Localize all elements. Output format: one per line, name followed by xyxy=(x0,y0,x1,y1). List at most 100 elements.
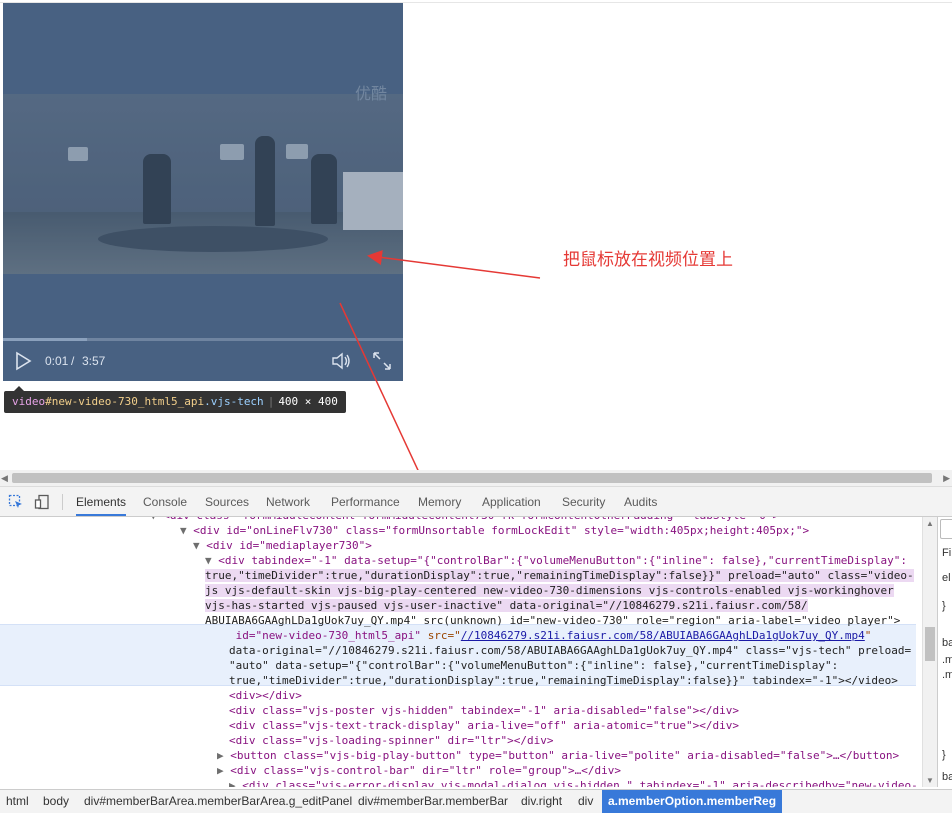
dom-node[interactable]: ▶ <div class="vjs-error-display vjs-moda… xyxy=(229,778,918,787)
tooltip-class: .vjs-tech xyxy=(204,395,264,408)
style-rule-fragment: } xyxy=(942,600,946,612)
dom-node[interactable]: <div class="vjs-text-track-display" aria… xyxy=(229,718,739,733)
tab-elements[interactable]: Elements xyxy=(76,487,127,516)
dom-node-selected[interactable]: data-original="//10846279.s21i.faiusr.co… xyxy=(229,643,911,658)
tab-memory[interactable]: Memory xyxy=(418,487,461,516)
tooltip-separator: | xyxy=(267,395,275,408)
volume-icon[interactable] xyxy=(331,351,353,371)
collapse-triangle-icon[interactable]: ▶ xyxy=(229,779,242,787)
expand-triangle-icon[interactable]: ▼ xyxy=(193,539,206,552)
inspect-highlight-overlay xyxy=(3,3,403,381)
inspect-element-icon[interactable] xyxy=(8,494,24,510)
dom-node-text: <div tabindex="-1" data-setup="{"control… xyxy=(218,554,907,567)
device-toolbar-icon[interactable] xyxy=(34,494,50,510)
dom-node[interactable]: ▼ <div id="onLineFlv730" class="formUnso… xyxy=(180,523,809,538)
dom-node-text: <div id="onLineFlv730" class="formUnsort… xyxy=(193,524,810,537)
tooltip-size: 400 × 400 xyxy=(278,395,338,408)
dom-node-selected[interactable]: true,"timeDivider":true,"durationDisplay… xyxy=(229,673,898,688)
tab-divider xyxy=(62,494,63,510)
breadcrumb-item[interactable]: a.memberOption.memberReg xyxy=(602,790,783,813)
dom-node[interactable]: <div class="vjs-poster vjs-hidden" tabin… xyxy=(229,703,739,718)
dom-node-text: <div class="vjs-poster vjs-hidden" tabin… xyxy=(229,704,739,717)
scroll-down-icon[interactable]: ▼ xyxy=(926,776,934,785)
style-rule-fragment: Fi xyxy=(942,547,952,559)
dom-node-selected[interactable]: "auto" data-setup="{"controlBar":{"volum… xyxy=(229,658,838,673)
dom-node-text: vjs-has-started vjs-paused vjs-user-inac… xyxy=(205,599,808,612)
vertical-scrollbar-thumb[interactable] xyxy=(925,627,935,661)
dom-node[interactable]: true,"timeDivider":true,"durationDisplay… xyxy=(205,568,914,583)
dom-node-text: <div class="vjs-loading-spinner" dir="lt… xyxy=(229,734,554,747)
devtools-panel: ◀ ▶ Elements Console Sources Network Perform… xyxy=(0,470,952,813)
dom-node[interactable]: ▶ <button class="vjs-big-play-button" ty… xyxy=(217,748,899,763)
dom-node-text: data-original="//10846279.s21i.faiusr.co… xyxy=(229,644,912,657)
breadcrumb-item[interactable]: div#memberBarArea.memberBarArea.g_editPa… xyxy=(84,790,352,813)
dom-node[interactable]: <div class="vjs-loading-spinner" dir="lt… xyxy=(229,733,554,748)
collapse-triangle-icon[interactable]: ▶ xyxy=(217,749,230,762)
breadcrumb-item[interactable]: div.right xyxy=(521,790,562,813)
scroll-up-icon[interactable]: ▲ xyxy=(926,519,934,528)
breadcrumb-item[interactable]: html xyxy=(6,790,29,813)
scroll-left-icon[interactable]: ◀ xyxy=(1,473,8,484)
style-rule-fragment: .m xyxy=(942,654,952,666)
dom-node-text: <div class="vjs-error-display vjs-modal-… xyxy=(242,779,918,787)
styles-sidebar: Fiel}ba.m.m}ba.m xyxy=(937,517,952,787)
horizontal-scrollbar-thumb[interactable] xyxy=(12,473,932,483)
elements-tree[interactable]: ▼ <div class="formMiddleContent formMidd… xyxy=(0,517,922,787)
dom-node[interactable]: ▶ <div class="vjs-control-bar" dir="ltr"… xyxy=(217,763,621,778)
expand-triangle-icon[interactable]: ▼ xyxy=(205,554,218,567)
expand-triangle-icon[interactable]: ▼ xyxy=(150,517,163,522)
dom-node-text: <div class="formMiddleContent formMiddle… xyxy=(163,517,779,522)
tab-performance[interactable]: Performance xyxy=(331,487,400,516)
tooltip-id: #new-video-730_html5_api xyxy=(45,395,205,408)
expand-triangle-icon[interactable]: ▼ xyxy=(180,524,193,537)
tab-network[interactable]: Network xyxy=(266,487,310,516)
current-time: 0:01 xyxy=(45,354,69,368)
video-player[interactable]: 优酷 0:01 / 3:57 xyxy=(3,3,403,381)
tab-console[interactable]: Console xyxy=(143,487,187,516)
dom-node-text: true,"timeDivider":true,"durationDisplay… xyxy=(229,674,898,687)
dom-node-text: <div></div> xyxy=(229,689,302,702)
scroll-right-icon[interactable]: ▶ xyxy=(943,473,950,484)
time-divider: / xyxy=(71,354,75,368)
dom-node-text: <div id="mediaplayer730"> xyxy=(206,539,372,552)
dom-node[interactable]: <div></div> xyxy=(229,688,302,703)
duration-time: 3:57 xyxy=(82,354,106,368)
tab-sources[interactable]: Sources xyxy=(205,487,249,516)
tab-audits[interactable]: Audits xyxy=(624,487,657,516)
fullscreen-icon[interactable] xyxy=(372,351,392,371)
style-rule-fragment: } xyxy=(942,749,946,761)
tooltip-tag: video xyxy=(12,395,46,408)
style-rule-fragment: el xyxy=(942,572,951,584)
dom-node-selected[interactable]: id="new-video-730_html5_api" src="//1084… xyxy=(229,628,872,643)
tab-application[interactable]: Application xyxy=(482,487,541,516)
dom-node-text: <div class="vjs-control-bar" dir="ltr" r… xyxy=(230,764,621,777)
play-icon[interactable] xyxy=(13,351,33,371)
inspect-tooltip: video#new-video-730_html5_api.vjs-tech | 4… xyxy=(4,386,346,413)
progress-bar[interactable] xyxy=(3,338,403,341)
dom-node[interactable]: ABUIABA6GAAghLDa1gUok7uy_QY.mp4" src(unk… xyxy=(205,613,900,628)
dom-node[interactable]: js vjs-default-skin vjs-big-play-centere… xyxy=(205,583,894,598)
dom-node[interactable]: ▼ <div id="mediaplayer730"> xyxy=(193,538,372,553)
collapse-triangle-icon[interactable]: ▶ xyxy=(217,764,230,777)
style-rule-fragment: ba xyxy=(942,771,952,783)
tab-security[interactable]: Security xyxy=(562,487,605,516)
dom-node-text: ABUIABA6GAAghLDa1gUok7uy_QY.mp4" src(unk… xyxy=(205,614,901,627)
dom-node[interactable]: ▼ <div tabindex="-1" data-setup="{"contr… xyxy=(205,553,907,568)
dom-node-text: <button class="vjs-big-play-button" type… xyxy=(230,749,900,762)
dom-node-text: "auto" data-setup="{"controlBar":{"volum… xyxy=(229,659,839,672)
dom-node-text: js vjs-default-skin vjs-big-play-centere… xyxy=(205,584,894,597)
breadcrumb-item[interactable]: div#memberBar.memberBar xyxy=(358,790,508,813)
dom-node-text: true,"timeDivider":true,"durationDisplay… xyxy=(205,569,914,582)
style-rule-fragment: ba xyxy=(942,637,952,649)
horizontal-scrollbar[interactable]: ◀ ▶ xyxy=(0,470,952,487)
breadcrumb-item[interactable]: div xyxy=(578,790,593,813)
dom-node[interactable]: vjs-has-started vjs-paused vjs-user-inac… xyxy=(205,598,808,613)
style-rule-fragment: .m xyxy=(942,669,952,681)
styles-filter-input[interactable] xyxy=(940,519,952,539)
breadcrumb-item[interactable]: body xyxy=(43,790,69,813)
devtools-tabbar: Elements Console Sources Network Performance… xyxy=(0,487,952,517)
vertical-scrollbar[interactable]: ▲ ▼ xyxy=(922,517,937,787)
progress-bar-fill xyxy=(3,338,87,341)
dom-node-text: <div class="vjs-text-track-display" aria… xyxy=(229,719,739,732)
dom-breadcrumb: html body div#memberBarArea.memberBarArea.… xyxy=(0,789,952,813)
